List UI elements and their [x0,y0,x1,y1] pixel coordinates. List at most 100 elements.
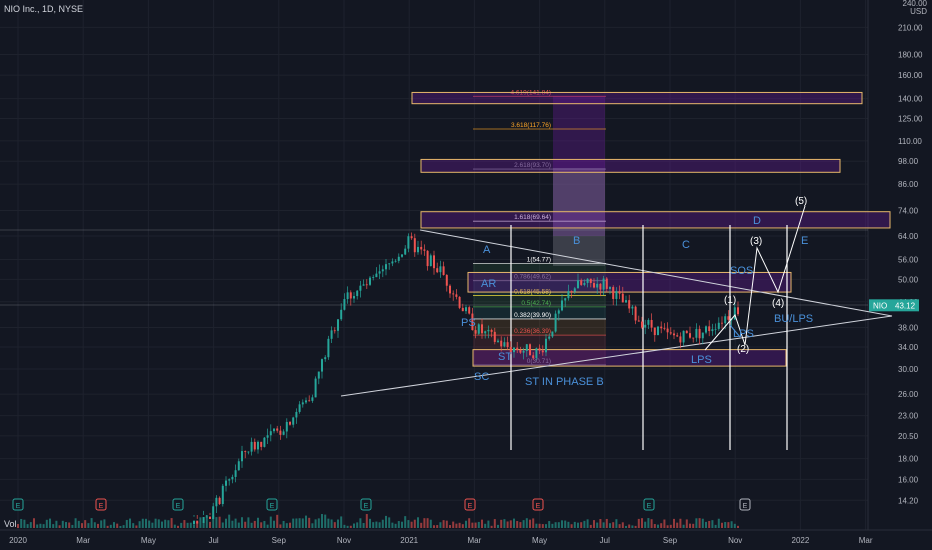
y-tick-label: 30.00 [898,365,919,374]
volume-bar [282,520,285,528]
volume-bar [122,525,125,528]
candle-body [593,283,595,288]
volume-bar [621,522,624,528]
candle-body [391,261,394,264]
volume-bar [727,522,730,528]
y-tick-label: 64.00 [898,232,919,241]
candle-body [657,326,659,336]
volume-bar [148,520,151,528]
candle-body [477,324,480,334]
candle-body [644,324,647,328]
volume-bar [711,520,714,528]
volume-bar [125,519,128,528]
volume-bar [228,514,231,528]
candle-body [356,290,359,297]
volume-bar [186,522,189,528]
candle-body [685,330,688,334]
price-chart[interactable]: 210.00 180.00 160.00 140.00 125.00 110.00 98.0… [0,0,932,550]
candle-body [314,378,317,398]
volume-bar [647,518,650,528]
x-tick-label: 2021 [400,536,418,545]
candle-body [637,320,640,322]
candle-body [701,332,704,339]
y-tick-label: 23.00 [898,412,919,421]
candle-body [490,329,493,332]
volume-bar [580,522,583,528]
volume-bar [218,516,221,528]
candle-body [516,347,519,351]
y-tick-label: 18.00 [898,455,919,464]
volume-bar [519,522,522,528]
volume-bar [244,521,247,528]
volume-bar [311,523,314,528]
candle-body [423,249,426,251]
candle-body [689,333,691,338]
y-tick-label: 20.50 [898,432,919,441]
symbol-header[interactable]: NIO Inc., 1D, NYSE [4,4,83,14]
volume-bar [420,522,423,528]
volume-bar [97,523,99,528]
candle-body [557,310,560,314]
volume-bar [141,518,144,528]
candle-body [647,319,650,325]
candle-body [452,293,455,295]
candle-body [621,293,624,303]
candle-body [541,350,544,353]
candle-body [612,287,615,299]
volume-bar [631,525,634,528]
volume-bar [657,524,659,528]
volume-bar [449,525,451,528]
volume-bar [100,520,103,528]
x-tick-label: Mar [468,536,482,545]
volume-bar [477,521,480,528]
volume-bar [698,518,701,528]
candle-body [317,371,320,379]
wyckoff-label: SC [474,371,489,383]
y-tick-label: 110.00 [898,137,922,146]
volume-bar [221,522,224,528]
candle-body [666,328,669,333]
y-tick-label: 16.00 [898,475,919,484]
volume-bar [545,524,547,528]
candle-body [628,300,631,309]
volume-bar [346,525,349,528]
candle-body [577,280,579,289]
candle-body [349,292,352,299]
y-tick-label: 210.00 [898,23,923,32]
y-tick-label: 140.00 [898,95,923,104]
volume-bar [193,524,195,528]
volume-bar [596,522,599,528]
fib-level-label: 0.382(39.90) [514,312,551,319]
candle-body [282,431,285,435]
candle-body [669,332,672,334]
volume-bar [161,521,163,528]
candle-body [397,256,400,261]
candle-body [305,400,307,403]
candle-body [564,298,567,301]
volume-bar [465,520,467,528]
volume-bar [321,514,323,528]
candle-body [241,451,243,462]
candle-body [449,285,451,294]
volume-bar [714,524,717,528]
volume-bar [445,520,448,528]
volume-bar [708,520,711,528]
volume-bar [717,518,720,528]
volume-bar [212,515,215,528]
volume-bar [164,519,167,528]
volume-bar [548,521,551,528]
volume-bar [516,521,519,528]
candle-body [663,328,666,330]
candle-body [506,342,509,348]
volume-bar [145,518,147,528]
candle-body [218,497,221,505]
volume-bar [461,524,464,528]
candle-body [445,274,448,286]
x-tick-label: Jul [600,536,610,545]
y-tick-label: 98.00 [898,157,919,166]
volume-bar [369,518,371,528]
x-tick-label: Sep [272,536,287,545]
volume-bar [87,523,90,528]
candle-body [228,479,231,481]
volume-bar [205,515,208,528]
